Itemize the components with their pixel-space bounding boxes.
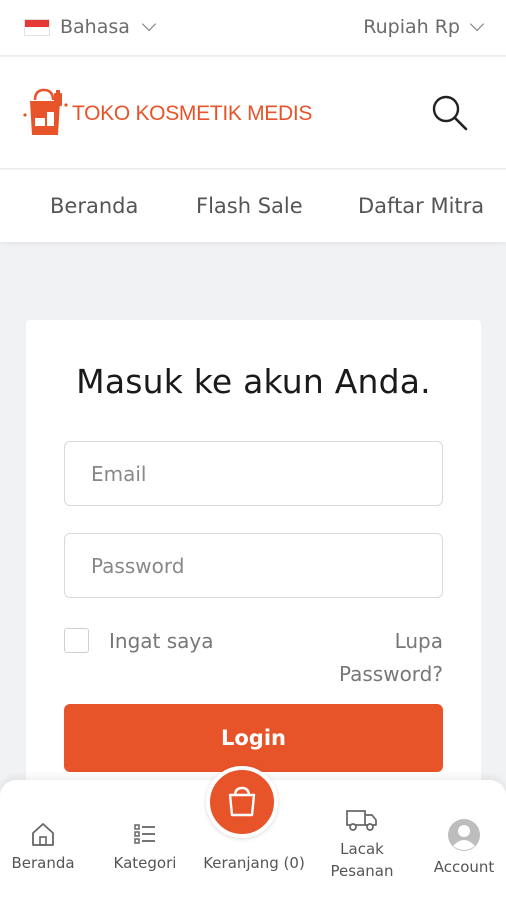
password-field[interactable] [64,533,443,598]
list-icon [134,824,155,844]
shopping-bag-icon [228,786,256,817]
login-card: Masuk ke akun Anda. Ingat saya Lupa Pass… [26,320,481,790]
logo-text: TOKO KOSMETIK MEDIS [72,102,313,125]
main-nav: Beranda Flash Sale Daftar Mitra [0,170,506,242]
indonesia-flag-icon [24,18,50,36]
bottom-nav-account[interactable]: Account [426,818,502,878]
remember-me: Ingat saya [64,628,214,653]
bottom-nav-label: Keranjang (0) [203,854,305,872]
login-title: Masuk ke akun Anda. [76,362,431,401]
nav-item-flash-sale[interactable]: Flash Sale [196,194,303,218]
bottom-nav-keranjang[interactable]: Keranjang (0) [196,852,312,874]
bottom-nav-label: Kategori [113,854,177,872]
remember-checkbox[interactable] [64,628,89,653]
nav-item-beranda[interactable]: Beranda [50,194,138,218]
chevron-down-icon [469,16,485,32]
header: TOKO KOSMETIK MEDIS [0,57,506,169]
login-button[interactable]: Login [64,704,443,772]
remember-label: Ingat saya [109,628,214,653]
language-label: Bahasa [60,16,130,38]
nav-item-daftar-mitra[interactable]: Daftar Mitra [358,194,484,218]
bottom-nav-beranda[interactable]: Beranda [4,820,82,874]
cart-button[interactable] [206,766,278,838]
bottom-nav-label: Lacak Pesanan [330,840,394,880]
bottom-nav-kategori[interactable]: Kategori [104,820,186,874]
home-icon [32,823,54,846]
bottom-nav-lacak-pesanan[interactable]: Lacak Pesanan [318,806,406,882]
email-field[interactable] [64,441,443,506]
currency-label: Rupiah Rp [363,16,460,38]
currency-selector[interactable]: Rupiah Rp [363,16,485,38]
search-icon[interactable] [430,93,470,133]
store-logo[interactable]: TOKO KOSMETIK MEDIS [22,87,312,137]
bottom-nav-label: Beranda [11,854,75,872]
avatar-icon [448,819,480,851]
chevron-down-icon [141,16,156,32]
top-bar: Bahasa Rupiah Rp [0,0,506,56]
bottom-nav-label: Account [433,858,495,876]
forgot-password-link[interactable]: Lupa Password? [313,625,443,691]
truck-icon [346,810,377,831]
shopping-bag-logo-icon [22,87,70,137]
language-selector[interactable]: Bahasa [24,16,156,38]
